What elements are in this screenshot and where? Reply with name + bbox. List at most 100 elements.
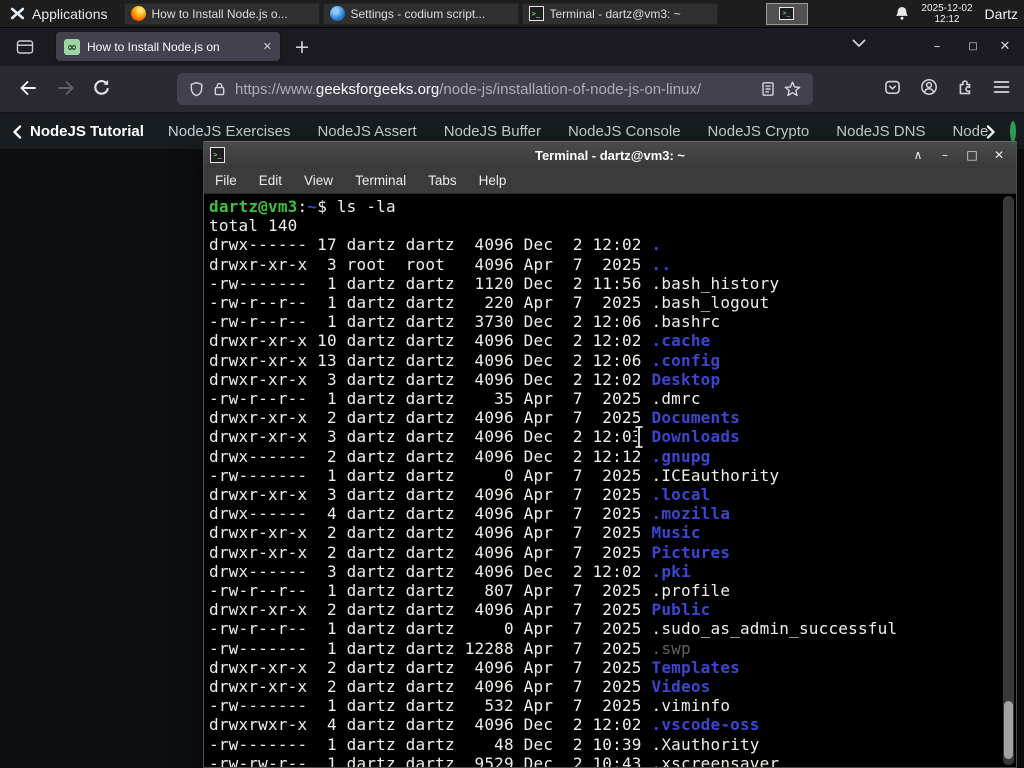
- nav-item-nodejs-crypto[interactable]: NodeJS Crypto: [708, 123, 810, 140]
- terminal-maximize-button[interactable]: □: [965, 148, 979, 162]
- terminal-line: drwxr-xr-x 2 dartz dartz 4096 Apr 7 2025…: [209, 523, 701, 543]
- terminal-line: drwxr-xr-x 10 dartz dartz 4096 Dec 2 12:…: [209, 331, 711, 351]
- browser-minimize-button[interactable]: –: [922, 27, 952, 66]
- taskbar-item-label: Settings - codium script...: [350, 6, 486, 21]
- terminal-line: -rw------- 1 dartz dartz 48 Dec 2 10:39 …: [209, 734, 760, 754]
- notification-bell-icon[interactable]: [895, 6, 909, 21]
- reload-icon[interactable]: [92, 78, 111, 97]
- nav-item-nodejs-dns[interactable]: NodeJS DNS: [836, 123, 925, 140]
- terminal-icon: >_: [528, 6, 544, 21]
- url-text: https://www.geeksforgeeks.org/node-js/in…: [235, 81, 752, 98]
- forward-icon[interactable]: [56, 79, 76, 97]
- browser-maximize-button[interactable]: □: [958, 27, 988, 66]
- search-icon[interactable]: [1010, 121, 1017, 142]
- taskbar-item-firefox[interactable]: How to Install Node.js o...: [123, 2, 320, 25]
- terminal-line: drwxr-xr-x 3 dartz dartz 4096 Apr 7 2025…: [209, 485, 711, 505]
- top-panel: Applications How to Install Node.js o...…: [0, 0, 1024, 28]
- gfg-favicon: ∞: [64, 38, 80, 55]
- workspace-switcher[interactable]: >_: [765, 2, 808, 25]
- nav-item-nodejs-console[interactable]: NodeJS Console: [568, 123, 681, 140]
- prompt-separator: :: [297, 197, 308, 216]
- terminal-line: drwxrwxr-x 4 dartz dartz 4096 Dec 2 12:0…: [209, 715, 760, 735]
- new-tab-button[interactable]: +: [294, 36, 310, 58]
- url-bar[interactable]: https://www.geeksforgeeks.org/node-js/in…: [177, 73, 813, 105]
- terminal-line: drwxr-xr-x 2 dartz dartz 4096 Apr 7 2025…: [209, 542, 731, 562]
- menu-terminal[interactable]: Terminal: [344, 173, 417, 188]
- terminal-close-button[interactable]: ✕: [992, 148, 1006, 162]
- workspace-terminal-icon: >_: [779, 7, 794, 20]
- back-icon[interactable]: [18, 79, 38, 97]
- pocket-icon[interactable]: [884, 79, 901, 96]
- terminal-line: -rw-r--r-- 1 dartz dartz 3730 Dec 2 12:0…: [209, 312, 721, 332]
- terminal-content[interactable]: dartz@vm3:~$ ls -la total 140 drwx------…: [204, 194, 1016, 767]
- browser-tab[interactable]: ∞ How to Install Node.js on ✕: [56, 32, 280, 61]
- terminal-shade-button[interactable]: ∧: [911, 148, 925, 162]
- terminal-titlebar[interactable]: >_ Terminal - dartz@vm3: ~ ∧ – □ ✕: [204, 141, 1016, 168]
- menu-file[interactable]: File: [204, 173, 248, 188]
- terminal-scrollbar[interactable]: [1003, 196, 1014, 765]
- system-tray: 2025-12-02 12:12 Dartz: [895, 3, 1024, 25]
- nav-item-nodejs-tutorial[interactable]: NodeJS Tutorial: [30, 123, 144, 140]
- firefox-view-icon[interactable]: [16, 39, 34, 55]
- terminal-line: drwxr-xr-x 2 dartz dartz 4096 Apr 7 2025…: [209, 600, 711, 620]
- menu-view[interactable]: View: [293, 173, 344, 188]
- terminal-line: -rw------- 1 dartz dartz 0 Apr 7 2025 .I…: [209, 465, 780, 485]
- tab-bar: ∞ How to Install Node.js on ✕ + – □ ✕: [0, 27, 1024, 66]
- tab-close-icon[interactable]: ✕: [263, 40, 272, 53]
- codium-icon: [329, 6, 345, 21]
- panel-clock[interactable]: 2025-12-02 12:12: [921, 3, 972, 25]
- terminal-line: drwxr-xr-x 2 dartz dartz 4096 Apr 7 2025…: [209, 408, 740, 428]
- prompt-line: dartz@vm3:~$ ls -la: [209, 197, 1016, 216]
- clock-date: 2025-12-02: [921, 2, 973, 14]
- list-all-tabs-icon[interactable]: [852, 39, 866, 48]
- terminal-line: drwx------ 3 dartz dartz 4096 Dec 2 12:0…: [209, 561, 691, 581]
- url-domain: geeksforgeeks.org: [315, 80, 440, 98]
- terminal-minimize-button[interactable]: –: [938, 148, 952, 162]
- menu-help[interactable]: Help: [468, 173, 518, 188]
- taskbar-item-codium[interactable]: Settings - codium script...: [322, 2, 519, 25]
- clock-time: 12:12: [934, 13, 960, 25]
- terminal-line: -rw------- 1 dartz dartz 1120 Dec 2 11:5…: [209, 273, 780, 293]
- terminal-line: -rw-r--r-- 1 dartz dartz 0 Apr 7 2025 .s…: [209, 619, 898, 639]
- taskbar-item-label: Terminal - dartz@vm3: ~: [549, 6, 681, 21]
- terminal-line: drwx------ 17 dartz dartz 4096 Dec 2 12:…: [209, 235, 662, 255]
- nav-chevron-right-icon[interactable]: [986, 124, 996, 139]
- total-line: total 140: [209, 216, 298, 236]
- applications-label: Applications: [32, 5, 108, 22]
- browser-close-button[interactable]: ✕: [990, 27, 1020, 66]
- terminal-line: drwxr-xr-x 2 dartz dartz 4096 Apr 7 2025…: [209, 657, 740, 677]
- url-scheme: https://www.: [235, 80, 316, 98]
- nav-item-truncated[interactable]: Node: [952, 123, 988, 140]
- menu-edit[interactable]: Edit: [248, 173, 293, 188]
- terminal-line: drwx------ 4 dartz dartz 4096 Apr 7 2025…: [209, 504, 731, 524]
- terminal-line: -rw-r--r-- 1 dartz dartz 35 Apr 7 2025 .…: [209, 389, 701, 409]
- applications-menu[interactable]: Applications: [0, 0, 118, 27]
- tracking-shield-icon[interactable]: [189, 81, 204, 98]
- extensions-puzzle-icon[interactable]: [957, 78, 974, 95]
- hamburger-menu-icon[interactable]: [993, 80, 1010, 94]
- xfce-logo-icon: [10, 6, 25, 21]
- terminal-line: -rw-r--r-- 1 dartz dartz 220 Apr 7 2025 …: [209, 293, 770, 313]
- bookmark-star-icon[interactable]: [784, 81, 801, 97]
- url-path: /node-js/installation-of-node-js-on-linu…: [439, 80, 702, 98]
- nav-chevron-left-icon[interactable]: [12, 124, 22, 139]
- firefox-icon: [130, 6, 146, 21]
- terminal-line: drwxr-xr-x 13 dartz dartz 4096 Dec 2 12:…: [209, 350, 721, 370]
- tab-title: How to Install Node.js on: [87, 39, 220, 54]
- nav-item-nodejs-exercises[interactable]: NodeJS Exercises: [168, 123, 291, 140]
- lock-icon[interactable]: [213, 81, 226, 97]
- nav-item-nodejs-assert[interactable]: NodeJS Assert: [317, 123, 416, 140]
- account-icon[interactable]: [920, 78, 938, 96]
- terminal-scrollbar-thumb[interactable]: [1004, 701, 1013, 759]
- menu-tabs[interactable]: Tabs: [417, 173, 468, 188]
- navigation-toolbar: https://www.geeksforgeeks.org/node-js/in…: [0, 66, 1024, 113]
- terminal-line: drwxr-xr-x 3 dartz dartz 4096 Dec 2 12:0…: [209, 369, 721, 389]
- prompt-command: $ ls -la: [317, 197, 396, 216]
- nav-item-nodejs-buffer[interactable]: NodeJS Buffer: [444, 123, 541, 140]
- prompt-user-host: dartz@vm3: [209, 197, 298, 216]
- terminal-window-icon: >_: [210, 147, 225, 163]
- reader-view-icon[interactable]: [761, 81, 775, 97]
- taskbar-item-terminal[interactable]: >_ Terminal - dartz@vm3: ~: [521, 2, 718, 25]
- user-label[interactable]: Dartz: [985, 6, 1018, 22]
- taskbar: How to Install Node.js o... Settings - c…: [123, 2, 718, 25]
